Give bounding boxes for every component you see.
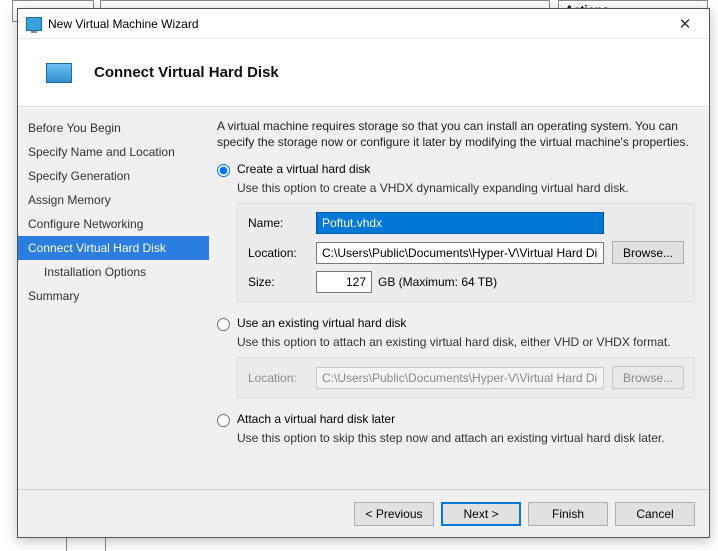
step-installation-options[interactable]: Installation Options [18, 260, 209, 284]
step-specify-generation[interactable]: Specify Generation [18, 164, 209, 188]
app-icon [26, 17, 42, 31]
existing-location-label: Location: [248, 371, 308, 385]
option-existing-desc: Use this option to attach an existing vi… [237, 335, 695, 349]
finish-button[interactable]: Finish [528, 502, 608, 526]
existing-location-input [316, 367, 604, 389]
previous-button[interactable]: < Previous [354, 502, 434, 526]
radio-attach-later-label: Attach a virtual hard disk later [237, 412, 395, 426]
option-use-existing-vhd: Use an existing virtual hard disk Use th… [217, 316, 695, 398]
intro-text: A virtual machine requires storage so th… [217, 118, 695, 150]
browse-create-location-button[interactable]: Browse... [612, 241, 684, 264]
wizard-dialog: New Virtual Machine Wizard ✕ Connect Vir… [17, 8, 710, 538]
name-label: Name: [248, 216, 308, 230]
window-title: New Virtual Machine Wizard [48, 17, 665, 31]
title-bar: New Virtual Machine Wizard ✕ [18, 9, 709, 39]
header-monitor-icon [46, 63, 72, 83]
page-title: Connect Virtual Hard Disk [94, 64, 279, 81]
existing-vhd-box: Location: Browse... [237, 357, 695, 398]
radio-create-vhd[interactable] [217, 164, 230, 177]
cancel-button[interactable]: Cancel [615, 502, 695, 526]
step-summary[interactable]: Summary [18, 284, 209, 308]
size-suffix: GB (Maximum: 64 TB) [378, 275, 497, 289]
step-before-you-begin[interactable]: Before You Begin [18, 116, 209, 140]
size-label: Size: [248, 275, 308, 289]
step-specify-name-location[interactable]: Specify Name and Location [18, 140, 209, 164]
radio-use-existing-vhd[interactable] [217, 318, 230, 331]
browse-existing-location-button: Browse... [612, 366, 684, 389]
close-button[interactable]: ✕ [665, 10, 705, 38]
step-connect-virtual-hard-disk[interactable]: Connect Virtual Hard Disk [18, 236, 209, 260]
vhd-location-input[interactable] [316, 242, 604, 264]
option-later-desc: Use this option to skip this step now an… [237, 431, 695, 445]
radio-attach-later[interactable] [217, 414, 230, 427]
option-create-desc: Use this option to create a VHDX dynamic… [237, 181, 695, 195]
option-create-vhd: Create a virtual hard disk Use this opti… [217, 162, 695, 302]
step-configure-networking[interactable]: Configure Networking [18, 212, 209, 236]
option-attach-later: Attach a virtual hard disk later Use thi… [217, 412, 695, 445]
wizard-content: A virtual machine requires storage so th… [209, 108, 709, 489]
radio-use-existing-vhd-label: Use an existing virtual hard disk [237, 316, 406, 330]
wizard-header: Connect Virtual Hard Disk [18, 39, 709, 107]
next-button[interactable]: Next > [441, 502, 521, 526]
wizard-steps: Before You Begin Specify Name and Locati… [18, 108, 209, 489]
radio-create-vhd-label: Create a virtual hard disk [237, 162, 370, 176]
vhd-size-input[interactable] [316, 271, 372, 293]
wizard-footer: < Previous Next > Finish Cancel [18, 489, 709, 537]
step-assign-memory[interactable]: Assign Memory [18, 188, 209, 212]
location-label: Location: [248, 246, 308, 260]
vhd-name-input[interactable] [316, 212, 604, 234]
create-vhd-box: Name: Location: Browse... Size: GB (Maxi… [237, 203, 695, 302]
